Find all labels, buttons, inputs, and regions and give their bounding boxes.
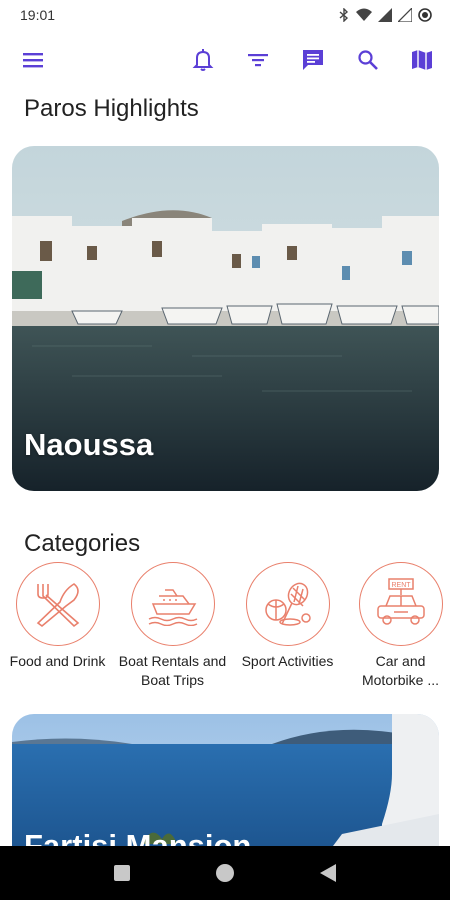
search-icon bbox=[358, 50, 378, 70]
status-bar: 19:01 bbox=[0, 0, 450, 30]
bell-icon bbox=[192, 49, 214, 71]
signal-2-icon bbox=[398, 8, 412, 22]
search-button[interactable] bbox=[354, 46, 382, 74]
rent-car-icon: RENT bbox=[376, 578, 425, 625]
chat-icon bbox=[303, 50, 323, 70]
sports-icon bbox=[264, 582, 311, 626]
category-icon-circle bbox=[245, 562, 330, 646]
system-nav-bar bbox=[0, 846, 450, 900]
category-label: Car and Motorbike ... bbox=[361, 653, 440, 688]
highlight-card-naoussa[interactable]: Naoussa bbox=[12, 146, 439, 491]
category-icon-circle bbox=[130, 562, 215, 646]
filter-icon bbox=[248, 54, 268, 67]
notifications-button[interactable] bbox=[189, 46, 217, 74]
status-icons bbox=[338, 8, 432, 22]
category-label: Boat Rentals and Boat Trips bbox=[118, 653, 227, 688]
category-sport-activities[interactable]: Sport Activities bbox=[230, 562, 345, 671]
category-car-and-motorbike[interactable]: RENT Car and Motorbike ... bbox=[343, 562, 450, 690]
chat-button[interactable] bbox=[299, 46, 327, 74]
recents-button[interactable] bbox=[107, 858, 137, 888]
category-icon-circle: RENT bbox=[358, 562, 443, 646]
filter-button[interactable] bbox=[244, 46, 272, 74]
fork-knife-icon bbox=[36, 583, 79, 628]
category-label: Sport Activities bbox=[241, 653, 334, 669]
map-button[interactable] bbox=[408, 46, 436, 74]
highlights-title: Paros Highlights bbox=[24, 95, 199, 122]
menu-icon bbox=[23, 53, 43, 68]
battery-icon bbox=[418, 8, 432, 22]
status-time: 19:01 bbox=[20, 7, 56, 23]
highlight-card-title: Naoussa bbox=[24, 427, 154, 462]
map-icon bbox=[412, 50, 432, 70]
circle-icon bbox=[215, 864, 234, 882]
menu-button[interactable] bbox=[19, 46, 47, 74]
category-icon-circle bbox=[15, 562, 100, 646]
wifi-icon bbox=[356, 8, 372, 21]
categories-row: Food and Drink Boat Rentals and Boat Tri… bbox=[0, 562, 450, 692]
bluetooth-icon bbox=[339, 8, 349, 22]
category-food-and-drink[interactable]: Food and Drink bbox=[0, 562, 115, 671]
category-label: Food and Drink bbox=[9, 653, 106, 669]
svg-text:RENT: RENT bbox=[391, 582, 411, 589]
home-button[interactable] bbox=[210, 858, 240, 888]
signal-icon bbox=[378, 8, 392, 22]
back-button[interactable] bbox=[313, 858, 343, 888]
category-boat-rentals[interactable]: Boat Rentals and Boat Trips bbox=[115, 562, 230, 690]
top-toolbar bbox=[0, 40, 450, 80]
square-icon bbox=[113, 865, 130, 881]
categories-title: Categories bbox=[24, 530, 141, 557]
back-triangle-icon bbox=[320, 864, 337, 882]
boat-icon bbox=[148, 589, 197, 626]
